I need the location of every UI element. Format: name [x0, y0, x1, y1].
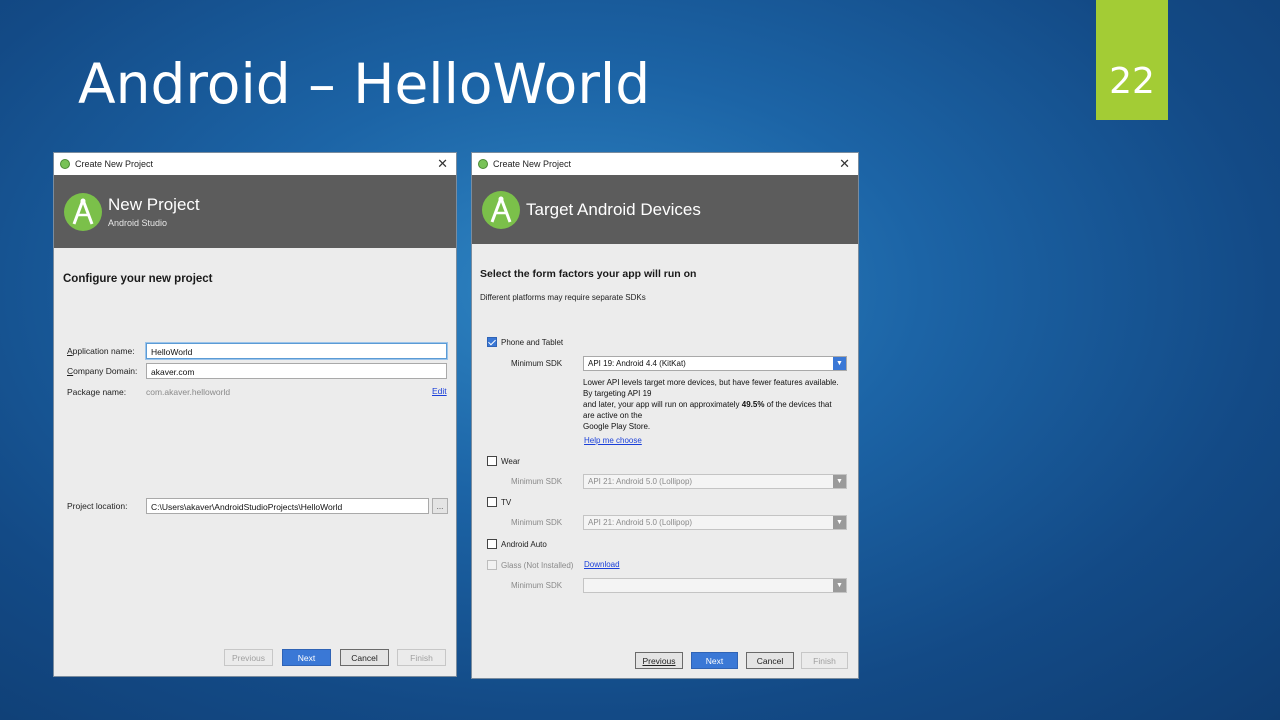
phone-min-sdk-label: Minimum SDK [511, 359, 563, 368]
form-factors-heading: Select the form factors your app will ru… [480, 268, 697, 280]
dialog-body: Select the form factors your app will ru… [472, 244, 858, 678]
chevron-down-icon[interactable]: ▼ [833, 579, 846, 592]
app-name-label: Application name: [67, 346, 135, 356]
next-button[interactable]: Next [691, 652, 738, 669]
banner-subtitle: Android Studio [108, 218, 168, 228]
glass-checkbox[interactable] [487, 560, 497, 570]
chevron-down-icon[interactable]: ▼ [833, 516, 846, 529]
glass-min-sdk-label: Minimum SDK [511, 581, 563, 590]
wear-min-sdk-select[interactable]: API 21: Android 5.0 (Lollipop) ▼ [583, 474, 847, 489]
glass-min-sdk-select[interactable]: ▼ [583, 578, 847, 593]
glass-label: Glass (Not Installed) [501, 561, 574, 570]
sdk-info-text: Lower API levels target more devices, bu… [583, 378, 839, 431]
page-number: 22 [1109, 61, 1155, 102]
package-name-label: Package name: [67, 387, 127, 397]
target-devices-dialog: Create New Project ✕ Target Android Devi… [471, 152, 859, 679]
help-me-choose-link[interactable]: Help me choose [584, 436, 642, 445]
project-location-label: Project location: [67, 501, 128, 511]
banner-title: New Project [108, 195, 200, 214]
android-studio-logo-icon [482, 190, 520, 229]
new-project-dialog: Create New Project ✕ New Project Android… [53, 152, 457, 677]
browse-location-button[interactable]: ... [432, 498, 448, 514]
cancel-button[interactable]: Cancel [746, 652, 794, 669]
tv-label: TV [501, 498, 512, 507]
tv-min-sdk-select[interactable]: API 21: Android 5.0 (Lollipop) ▼ [583, 515, 847, 530]
android-auto-label: Android Auto [501, 540, 547, 549]
configure-heading: Configure your new project [63, 273, 213, 285]
edit-package-link[interactable]: Edit [432, 386, 447, 396]
page-number-badge: 22 [1096, 0, 1168, 120]
previous-button[interactable]: Previous [224, 649, 273, 666]
cancel-button[interactable]: Cancel [340, 649, 389, 666]
tv-min-sdk-label: Minimum SDK [511, 518, 563, 527]
window-title: Create New Project [493, 159, 572, 169]
finish-button[interactable]: Finish [397, 649, 446, 666]
next-button[interactable]: Next [282, 649, 331, 666]
android-studio-icon [478, 159, 488, 169]
previous-button[interactable]: Previous [635, 652, 683, 669]
wear-checkbox[interactable] [487, 456, 497, 466]
chevron-down-icon[interactable]: ▼ [833, 475, 846, 488]
company-domain-label: Company Domain: [67, 366, 138, 376]
dialog-titlebar: Create New Project ✕ [472, 153, 858, 175]
android-auto-checkbox[interactable] [487, 539, 497, 549]
project-location-field[interactable]: C:\Users\akaver\AndroidStudioProjects\He… [146, 498, 429, 514]
dialog-banner: Target Android Devices [472, 175, 858, 244]
form-factors-subheading: Different platforms may require separate… [480, 293, 646, 302]
phone-tablet-label: Phone and Tablet [501, 338, 564, 347]
window-title: Create New Project [75, 159, 154, 169]
finish-button[interactable]: Finish [801, 652, 848, 669]
phone-tablet-checkbox[interactable] [487, 337, 497, 347]
slide-title: Android – HelloWorld [78, 52, 651, 116]
package-name-value: com.akaver.helloworld [146, 387, 231, 397]
wear-min-sdk-label: Minimum SDK [511, 477, 563, 486]
glass-download-link[interactable]: Download [584, 560, 620, 569]
wear-label: Wear [501, 457, 520, 466]
tv-checkbox[interactable] [487, 497, 497, 507]
dialog-banner: New Project Android Studio [54, 175, 456, 248]
android-studio-icon [60, 159, 70, 169]
chevron-down-icon[interactable]: ▼ [833, 357, 846, 370]
dialog-titlebar: Create New Project ✕ [54, 153, 456, 175]
company-domain-field[interactable]: akaver.com [146, 363, 447, 379]
close-icon[interactable]: ✕ [437, 156, 448, 172]
dialog-body: Configure your new project Application n… [54, 248, 456, 676]
banner-title: Target Android Devices [526, 199, 701, 219]
app-name-field[interactable]: HelloWorld [146, 343, 447, 359]
android-studio-logo-icon [64, 192, 102, 231]
phone-min-sdk-select[interactable]: API 19: Android 4.4 (KitKat) ▼ [583, 356, 847, 371]
close-icon[interactable]: ✕ [839, 156, 850, 172]
